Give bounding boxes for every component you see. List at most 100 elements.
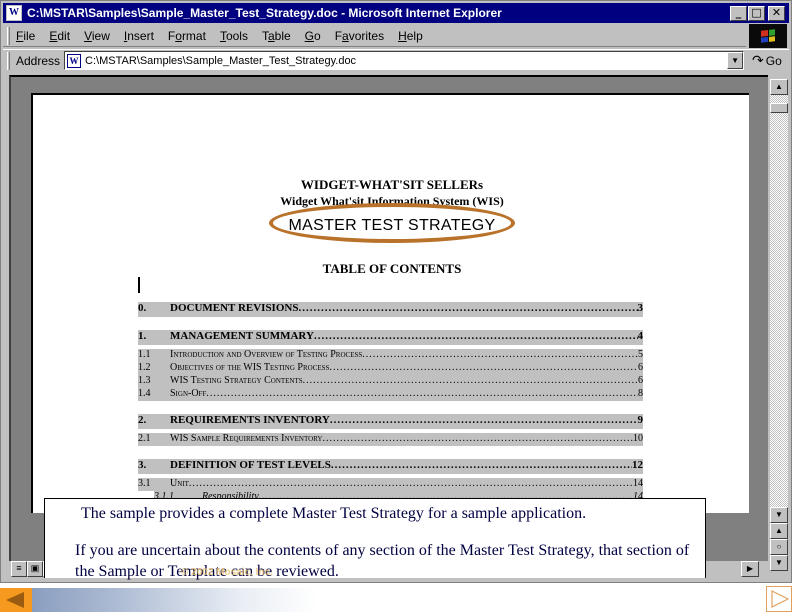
menu-item[interactable]: File: [16, 29, 35, 43]
toc-entry-title: DEFINITION OF TEST LEVELS: [170, 459, 331, 471]
go-arrow-icon: ↷: [752, 52, 764, 68]
normal-view-button[interactable]: ≡: [11, 561, 27, 577]
windows-flag-icon: [761, 29, 775, 43]
toc-entry-number: 1.1: [138, 349, 151, 360]
toc-entry-number: 3.1: [138, 478, 151, 489]
maximize-button[interactable]: □: [748, 6, 765, 21]
address-bar: Address W C:\MSTAR\Samples\Sample_Master…: [3, 49, 789, 71]
toc-entry[interactable]: 0. DOCUMENT REVISIONS 3: [138, 302, 643, 317]
go-button[interactable]: ↷ Go: [752, 52, 782, 69]
toc-entry-number: 1.2: [138, 362, 151, 373]
next-slide-button[interactable]: [766, 586, 792, 612]
close-button[interactable]: ✕: [768, 6, 785, 21]
menu-item[interactable]: Favorites: [335, 29, 384, 43]
toc-entry-page: 9: [637, 414, 644, 426]
toc-leader-dots: [206, 388, 638, 399]
address-grip[interactable]: [7, 51, 10, 70]
toc-leader-dots: [329, 362, 638, 373]
toc-leader-dots: [362, 349, 638, 360]
menu-item[interactable]: Help: [398, 29, 423, 43]
address-dropdown-button[interactable]: ▼: [727, 52, 744, 69]
minimize-button[interactable]: _: [730, 6, 747, 21]
text-cursor: [138, 277, 140, 293]
select-browse-object-button[interactable]: ○: [770, 539, 788, 555]
toc-entry[interactable]: 1.2 Objectives of the WIS Testing Process…: [138, 362, 643, 375]
toc-entry[interactable]: 2.1 WIS Sample Requirements Inventory 10: [138, 433, 643, 446]
toc-entry[interactable]: 2. REQUIREMENTS INVENTORY 9: [138, 414, 643, 429]
toc-leader-dots: [323, 433, 634, 444]
document-page[interactable]: WIDGET-WHAT'SIT SELLERs Widget What'sit …: [31, 93, 749, 513]
toc-entry-title: REQUIREMENTS INVENTORY: [170, 414, 330, 426]
toc-entry-page: 4: [637, 330, 644, 342]
menu-item[interactable]: Go: [305, 29, 321, 43]
toc-entry[interactable]: 1. MANAGEMENT SUMMARY 4: [138, 330, 643, 345]
toc-entry[interactable]: 3.1 Unit 14: [138, 478, 643, 491]
vertical-scrollbar[interactable]: ▲ ▼ ▲ ○ ▼: [770, 79, 788, 571]
scroll-right-button[interactable]: ▶: [741, 561, 759, 577]
toc-entry-page: 14: [633, 478, 643, 489]
title-bar: W C:\MSTAR\Samples\Sample_Master_Test_St…: [3, 3, 789, 23]
previous-page-button[interactable]: ▲: [770, 523, 788, 539]
toc-entry-page: 6: [638, 362, 643, 373]
toc-entry-title: WIS Sample Requirements Inventory: [170, 433, 323, 444]
toc-entry[interactable]: 1.3 WIS Testing Strategy Contents 6: [138, 375, 643, 388]
toc-entry-page: 6: [638, 375, 643, 386]
previous-arrow-icon: [6, 592, 24, 608]
toc-entry-number: 1.3: [138, 375, 151, 386]
scroll-up-button[interactable]: ▲: [770, 79, 788, 95]
toc-leader-dots: [330, 414, 638, 426]
toc-entry[interactable]: 1.1 Introduction and Overview of Testing …: [138, 349, 643, 362]
menu-item[interactable]: Insert: [124, 29, 154, 43]
scroll-thumb[interactable]: [770, 103, 788, 113]
menu-item[interactable]: Edit: [49, 29, 70, 43]
menu-item[interactable]: View: [84, 29, 110, 43]
copyright-watermark: © 2002 Mosaic, Inc.: [181, 567, 273, 578]
toc-entry-title: Introduction and Overview of Testing Pro…: [170, 349, 363, 360]
previous-slide-button[interactable]: [0, 588, 32, 612]
toc-entry-title: DOCUMENT REVISIONS: [170, 302, 299, 314]
toc-leader-dots: [303, 375, 638, 386]
toolbar-grip[interactable]: [7, 26, 10, 45]
toc-leader-dots: [314, 330, 638, 342]
table-of-contents: 0. DOCUMENT REVISIONS 3 1. MANAGEMENT SUMMAR…: [138, 298, 643, 513]
windows-logo-throbber: [749, 24, 787, 48]
menu-bar: File Edit View Insert Format Tools Table Go Favo…: [3, 25, 746, 47]
callout-line-1: The sample provides a complete Master Te…: [81, 505, 587, 522]
toc-entry-page: 3: [637, 302, 644, 314]
next-page-button[interactable]: ▼: [770, 555, 788, 571]
toc-entry[interactable]: 3. DEFINITION OF TEST LEVELS 12: [138, 459, 643, 474]
browser-window: W C:\MSTAR\Samples\Sample_Master_Test_St…: [0, 0, 792, 583]
toc-entry-title: Unit: [170, 478, 189, 489]
menu-item[interactable]: Tools: [220, 29, 248, 43]
toc-entry[interactable]: 1.4 Sign-Off 8: [138, 388, 643, 401]
toc-entry-title: MANAGEMENT SUMMARY: [170, 330, 314, 342]
address-label: Address: [16, 53, 61, 68]
toc-entry-number: 2.1: [138, 433, 151, 444]
address-input[interactable]: W C:\MSTAR\Samples\Sample_Master_Test_St…: [64, 51, 745, 70]
toc-entry-title: Objectives of the WIS Testing Process: [170, 362, 330, 373]
scroll-down-button[interactable]: ▼: [770, 507, 788, 523]
go-label: Go: [765, 53, 782, 68]
company-name: WIDGET-WHAT'SIT SELLERs: [300, 177, 484, 192]
window-title: C:\MSTAR\Samples\Sample_Master_Test_Stra…: [27, 6, 502, 20]
explanation-callout: The sample provides a complete Master Te…: [44, 498, 706, 580]
toc-entry-page: 10: [633, 433, 643, 444]
toc-entry-page: 12: [632, 459, 643, 471]
toc-entry-number: 0.: [138, 302, 147, 314]
toc-entry-number: 2.: [138, 414, 147, 426]
callout-line-2: If you are uncertain about the contents …: [75, 542, 690, 580]
highlight-oval: [269, 203, 515, 243]
toc-heading: TABLE OF CONTENTS: [322, 261, 462, 276]
toc-entry-page: 8: [638, 388, 643, 399]
toc-entry-number: 1.: [138, 330, 147, 342]
slide-navigation-bar: [0, 588, 792, 612]
word-document-icon: W: [6, 5, 22, 21]
web-layout-view-button[interactable]: ▣: [27, 561, 43, 577]
menu-item[interactable]: Format: [168, 29, 206, 43]
toc-leader-dots: [298, 302, 637, 314]
menu-item[interactable]: Table: [262, 29, 291, 43]
toc-leader-dots: [189, 478, 633, 489]
toc-entry-title: WIS Testing Strategy Contents: [170, 375, 303, 386]
toc-entry-title: Sign-Off: [170, 388, 207, 399]
address-value: C:\MSTAR\Samples\Sample_Master_Test_Stra…: [85, 54, 357, 67]
